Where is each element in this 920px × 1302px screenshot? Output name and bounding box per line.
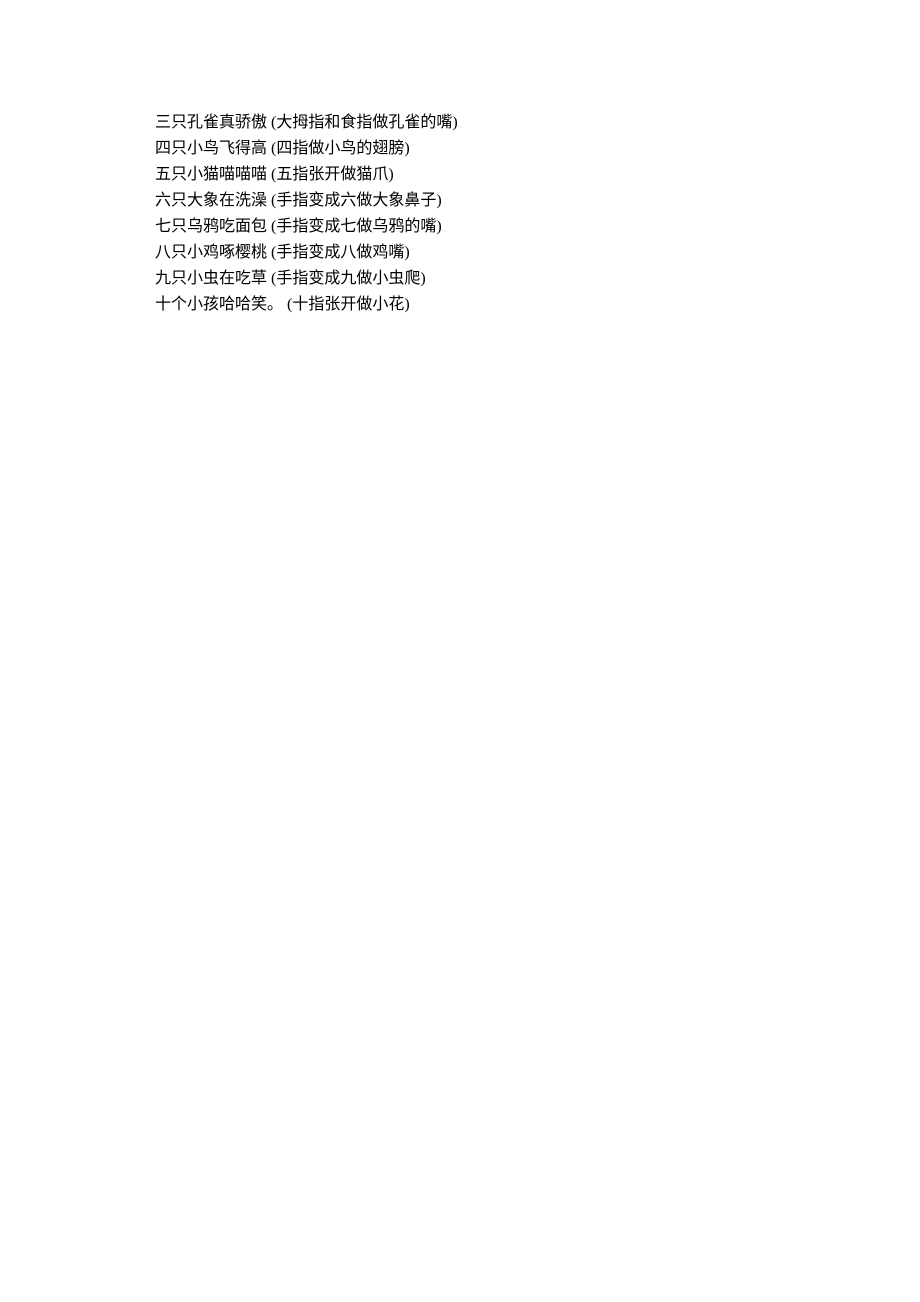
annotation-text: (手指变成九做小虫爬) xyxy=(267,270,426,287)
main-text: 五只小猫喵喵喵 xyxy=(155,166,267,183)
text-line: 十个小孩哈哈笑。 (十指张开做小花) xyxy=(155,292,920,318)
main-text: 九只小虫在吃草 xyxy=(155,270,267,287)
text-line: 七只乌鸦吃面包 (手指变成七做乌鸦的嘴) xyxy=(155,214,920,240)
main-text: 八只小鸡啄樱桃 xyxy=(155,244,267,261)
annotation-text: (手指变成六做大象鼻子) xyxy=(267,192,442,209)
annotation-text: (手指变成八做鸡嘴) xyxy=(267,244,410,261)
main-text: 三只孔雀真骄傲 xyxy=(155,114,267,131)
annotation-text: (十指张开做小花) xyxy=(283,296,410,313)
annotation-text: (四指做小鸟的翅膀) xyxy=(267,140,410,157)
text-line: 六只大象在洗澡 (手指变成六做大象鼻子) xyxy=(155,188,920,214)
main-text: 六只大象在洗澡 xyxy=(155,192,267,209)
main-text: 四只小鸟飞得高 xyxy=(155,140,267,157)
text-line: 九只小虫在吃草 (手指变成九做小虫爬) xyxy=(155,266,920,292)
document-content: 三只孔雀真骄傲 (大拇指和食指做孔雀的嘴) 四只小鸟飞得高 (四指做小鸟的翅膀)… xyxy=(155,110,920,318)
annotation-text: (手指变成七做乌鸦的嘴) xyxy=(267,218,442,235)
text-line: 四只小鸟飞得高 (四指做小鸟的翅膀) xyxy=(155,136,920,162)
annotation-text: (大拇指和食指做孔雀的嘴) xyxy=(267,114,458,131)
main-text: 七只乌鸦吃面包 xyxy=(155,218,267,235)
text-line: 五只小猫喵喵喵 (五指张开做猫爪) xyxy=(155,162,920,188)
main-text: 十个小孩哈哈笑。 xyxy=(155,296,283,313)
text-line: 八只小鸡啄樱桃 (手指变成八做鸡嘴) xyxy=(155,240,920,266)
annotation-text: (五指张开做猫爪) xyxy=(267,166,394,183)
text-line: 三只孔雀真骄傲 (大拇指和食指做孔雀的嘴) xyxy=(155,110,920,136)
